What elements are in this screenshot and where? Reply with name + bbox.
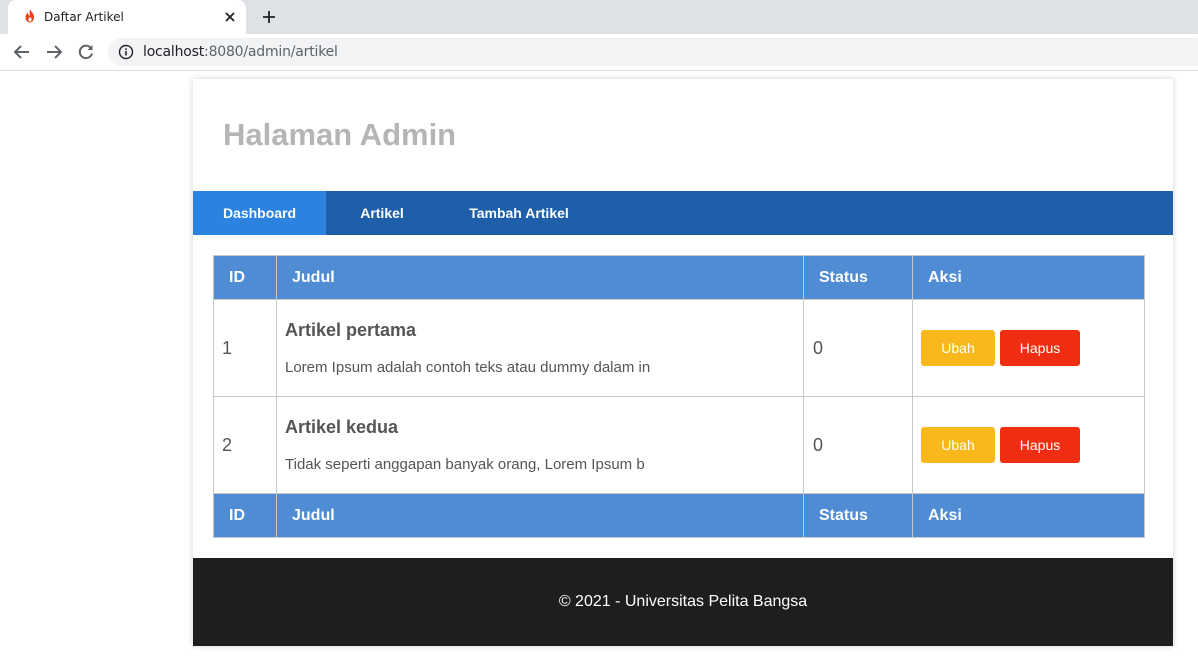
column-header-judul: Judul [276, 255, 804, 300]
article-title: Artikel kedua [285, 417, 399, 437]
page-header: Halaman Admin [193, 79, 1173, 191]
article-title: Artikel pertama [285, 320, 417, 340]
url-path: :8080/admin/artikel [204, 44, 338, 60]
table-row: 1 Artikel pertama Lorem Ipsum adalah con… [213, 299, 1145, 397]
column-header-id: ID [213, 255, 277, 300]
nav-item-dashboard[interactable]: Dashboard [193, 191, 326, 235]
article-table: ID Judul Status Aksi 1 Artikel pertama L… [213, 255, 1145, 538]
article-excerpt: Lorem Ipsum adalah contoh teks atau dumm… [285, 359, 651, 376]
page-footer: © 2021 - Universitas Pelita Bangsa [193, 558, 1173, 646]
delete-button[interactable]: Hapus [1000, 427, 1080, 463]
delete-button[interactable]: Hapus [1000, 330, 1080, 366]
column-footer-judul: Judul [276, 493, 804, 538]
cell-status: 0 [803, 396, 913, 494]
page-title: Halaman Admin [223, 117, 457, 152]
footer-text: © 2021 - Universitas Pelita Bangsa [558, 593, 808, 610]
column-footer-aksi: Aksi [912, 493, 1145, 538]
edit-button[interactable]: Ubah [921, 427, 995, 463]
table-row: 2 Artikel kedua Tidak seperti anggapan b… [213, 396, 1145, 494]
browser-toolbar: localhost:8080/admin/artikel [0, 34, 1198, 71]
reload-icon[interactable] [77, 43, 95, 61]
cell-aksi: Ubah Hapus [912, 396, 1145, 494]
cell-judul: Artikel kedua Tidak seperti anggapan ban… [276, 396, 804, 494]
browser-tab-strip: Daftar Artikel [0, 0, 1198, 34]
edit-button[interactable]: Ubah [921, 330, 995, 366]
nav-item-tambah-artikel[interactable]: Tambah Artikel [438, 191, 600, 235]
column-header-status: Status [803, 255, 913, 300]
address-bar[interactable]: localhost:8080/admin/artikel [108, 38, 1198, 66]
close-icon[interactable] [222, 9, 238, 25]
url-text: localhost:8080/admin/artikel [143, 44, 338, 60]
forward-arrow-icon[interactable] [45, 43, 63, 61]
main-nav: Dashboard Artikel Tambah Artikel [193, 191, 1173, 235]
url-host: localhost [143, 44, 205, 60]
new-tab-icon[interactable] [260, 8, 278, 26]
table-header-row: ID Judul Status Aksi [213, 255, 1145, 300]
cell-id: 2 [213, 396, 277, 494]
flame-icon [25, 9, 34, 23]
article-excerpt: Tidak seperti anggapan banyak orang, Lor… [285, 456, 645, 473]
cell-judul: Artikel pertama Lorem Ipsum adalah conto… [276, 299, 804, 397]
cell-aksi: Ubah Hapus [912, 299, 1145, 397]
browser-tab[interactable]: Daftar Artikel [8, 0, 246, 34]
tab-title: Daftar Artikel [44, 10, 124, 24]
column-footer-status: Status [803, 493, 913, 538]
back-arrow-icon[interactable] [13, 43, 31, 61]
info-icon[interactable] [118, 44, 134, 60]
cell-id: 1 [213, 299, 277, 397]
nav-item-artikel[interactable]: Artikel [326, 191, 438, 235]
column-header-aksi: Aksi [912, 255, 1145, 300]
cell-status: 0 [803, 299, 913, 397]
page-container: Halaman Admin Dashboard Artikel Tambah A… [193, 79, 1173, 646]
table-footer-row: ID Judul Status Aksi [213, 493, 1145, 538]
column-footer-id: ID [213, 493, 277, 538]
